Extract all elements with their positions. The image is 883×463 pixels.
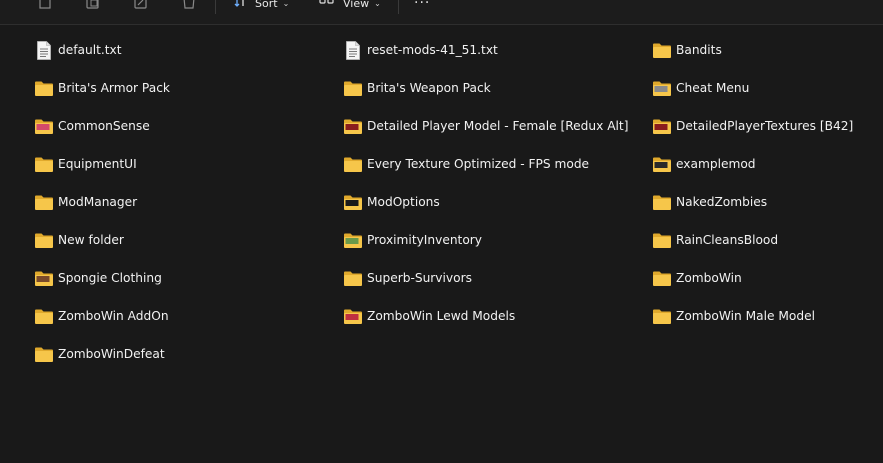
item-name: Bandits xyxy=(676,43,722,57)
chevron-down-icon: ⌄ xyxy=(374,0,381,8)
text-file-icon xyxy=(343,40,363,60)
item-name: CommonSense xyxy=(58,119,150,133)
item-name: ZomboWinDefeat xyxy=(58,347,165,361)
folder-item[interactable]: ZomboWin AddOn xyxy=(34,304,169,328)
folder-icon xyxy=(34,79,54,97)
item-name: Brita's Weapon Pack xyxy=(367,81,491,95)
folder-icon xyxy=(34,231,54,249)
item-name: Cheat Menu xyxy=(676,81,750,95)
folder-item[interactable]: ZomboWin xyxy=(652,266,742,290)
folder-icon xyxy=(652,269,672,287)
item-name: EquipmentUI xyxy=(58,157,137,171)
item-name: ZomboWin Lewd Models xyxy=(367,309,516,323)
folder-item[interactable]: DetailedPlayerTextures [B42] xyxy=(652,114,853,138)
more-options-button[interactable]: ··· xyxy=(414,0,430,10)
delete-icon[interactable] xyxy=(180,0,198,10)
item-name: ZomboWin AddOn xyxy=(58,309,169,323)
item-name: Brita's Armor Pack xyxy=(58,81,170,95)
folder-icon xyxy=(34,155,54,173)
folder-icon xyxy=(343,79,363,97)
item-name: DetailedPlayerTextures [B42] xyxy=(676,119,854,133)
folder-icon xyxy=(652,307,672,325)
folder-icon xyxy=(343,269,363,287)
folder-icon xyxy=(652,193,672,211)
folder-item[interactable]: ZomboWin Male Model xyxy=(652,304,815,328)
folder-item[interactable]: Superb-Survivors xyxy=(343,266,472,290)
toolbar-separator xyxy=(398,0,399,14)
folder-icon xyxy=(652,79,672,97)
file-item[interactable]: default.txt xyxy=(34,38,122,62)
folder-icon xyxy=(343,117,363,135)
view-button[interactable]: View ⌄ xyxy=(319,0,381,10)
item-name: ModManager xyxy=(58,195,138,209)
folder-item[interactable]: Cheat Menu xyxy=(652,76,749,100)
folder-icon xyxy=(652,117,672,135)
folder-item[interactable]: Brita's Armor Pack xyxy=(34,76,170,100)
folder-item[interactable]: ProximityInventory xyxy=(343,228,482,252)
folder-icon xyxy=(343,231,363,249)
chevron-down-icon: ⌄ xyxy=(282,0,290,8)
sort-icon xyxy=(234,0,248,11)
folder-icon xyxy=(34,307,54,325)
folder-item[interactable]: New folder xyxy=(34,228,124,252)
sort-button[interactable]: Sort ⌄ xyxy=(234,0,289,10)
folder-icon xyxy=(343,155,363,173)
folder-icon xyxy=(34,193,54,211)
folder-icon xyxy=(652,231,672,249)
folder-item[interactable]: examplemod xyxy=(652,152,756,176)
copy-icon[interactable] xyxy=(36,0,54,10)
sort-label: Sort xyxy=(255,0,278,10)
folder-icon xyxy=(343,193,363,211)
file-explorer-window: Sort ⌄ View ⌄ ··· default.txt reset-mods… xyxy=(0,0,883,463)
folder-item[interactable]: CommonSense xyxy=(34,114,150,138)
folder-icon xyxy=(34,117,54,135)
folder-item[interactable]: ZomboWin Lewd Models xyxy=(343,304,515,328)
item-name: New folder xyxy=(58,233,124,247)
view-icon xyxy=(319,0,335,11)
folder-item[interactable]: Spongie Clothing xyxy=(34,266,162,290)
folder-item[interactable]: ModManager xyxy=(34,190,137,214)
file-list: default.txt reset-mods-41_51.txt Bandits… xyxy=(0,26,883,463)
folder-item[interactable]: ZomboWinDefeat xyxy=(34,342,165,366)
folder-item[interactable]: Detailed Player Model - Female [Redux Al… xyxy=(343,114,628,138)
item-name: RainCleansBlood xyxy=(676,233,779,247)
text-file-icon xyxy=(34,40,54,60)
folder-icon xyxy=(652,155,672,173)
folder-item[interactable]: NakedZombies xyxy=(652,190,767,214)
folder-item[interactable]: Bandits xyxy=(652,38,722,62)
item-name: ZomboWin xyxy=(676,271,742,285)
folder-icon xyxy=(652,41,672,59)
folder-icon xyxy=(343,307,363,325)
item-name: reset-mods-41_51.txt xyxy=(367,43,498,57)
toolbar-separator xyxy=(215,0,216,14)
file-item[interactable]: reset-mods-41_51.txt xyxy=(343,38,498,62)
item-name: NakedZombies xyxy=(676,195,768,209)
folder-item[interactable]: Brita's Weapon Pack xyxy=(343,76,491,100)
item-name: Detailed Player Model - Female [Redux Al… xyxy=(367,119,629,133)
share-icon[interactable] xyxy=(132,0,150,10)
item-name: ProximityInventory xyxy=(367,233,483,247)
folder-icon xyxy=(34,269,54,287)
folder-icon xyxy=(34,345,54,363)
folder-item[interactable]: ModOptions xyxy=(343,190,440,214)
folder-item[interactable]: RainCleansBlood xyxy=(652,228,778,252)
command-bar: Sort ⌄ View ⌄ ··· xyxy=(0,0,883,25)
item-name: default.txt xyxy=(58,43,122,57)
paste-icon[interactable] xyxy=(84,0,102,10)
view-label: View xyxy=(343,0,370,10)
item-name: Superb-Survivors xyxy=(367,271,472,285)
item-name: ZomboWin Male Model xyxy=(676,309,815,323)
folder-item[interactable]: Every Texture Optimized - FPS mode xyxy=(343,152,589,176)
item-name: Every Texture Optimized - FPS mode xyxy=(367,157,590,171)
item-name: Spongie Clothing xyxy=(58,271,162,285)
item-name: examplemod xyxy=(676,157,756,171)
item-name: ModOptions xyxy=(367,195,440,209)
folder-item[interactable]: EquipmentUI xyxy=(34,152,137,176)
